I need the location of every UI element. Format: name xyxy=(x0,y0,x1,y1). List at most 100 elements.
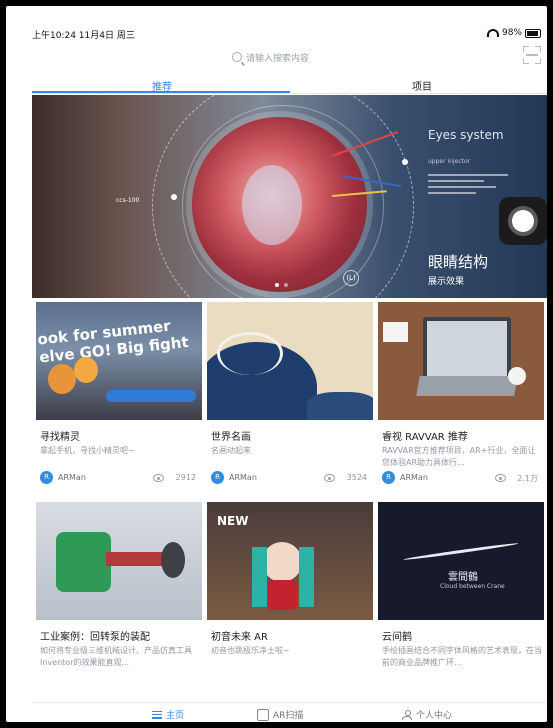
pager-dot-active[interactable] xyxy=(275,283,279,287)
nav-ar-scan[interactable]: AR扫描 xyxy=(257,708,303,721)
tab-divider xyxy=(32,93,547,94)
card-author: ARMan xyxy=(58,473,86,482)
banner-pager[interactable] xyxy=(275,283,288,287)
card-meta: R ARMan 2912 xyxy=(40,471,200,485)
banner-small-label: upper injector xyxy=(428,158,471,165)
thumb-text: NEW xyxy=(217,514,249,528)
battery-percent: 98% xyxy=(501,28,522,38)
banner-left-caption: ccs-100 xyxy=(116,197,140,204)
card-title: 世界名画 xyxy=(211,432,251,443)
hero-banner[interactable]: ccs-100 Eyes system upper injector 眼睛结构 … xyxy=(32,95,547,298)
banner-eyes-label: Eyes system xyxy=(428,128,504,142)
search-input[interactable]: 请输入搜索内容 xyxy=(232,48,432,66)
content-card[interactable]: ook for summer elve GO! Big fight 寻找精灵 拿… xyxy=(36,302,202,496)
device-frame: 上午10:24 11月4日 周三 98% 请输入搜索内容 推荐 项目 ccs-1… xyxy=(6,6,547,722)
card-desc: 如何将专业级三维机械设计、产品仿真工具Inventor的效果能直观... xyxy=(40,646,192,667)
thumb-text: ook for summer elve GO! Big fight xyxy=(36,316,190,367)
card-thumbnail xyxy=(378,302,544,420)
laptop-screen xyxy=(423,317,511,380)
banner-subtitle: 展示效果 xyxy=(428,277,465,287)
creature-icon xyxy=(74,357,98,383)
pager-dot[interactable] xyxy=(284,283,288,287)
card-title: 睿视 RAVVAR 推荐 xyxy=(382,432,468,443)
card-views: 2.1万 xyxy=(517,474,538,483)
card-thumbnail: ook for summer elve GO! Big fight xyxy=(36,302,202,420)
search-icon xyxy=(232,52,242,62)
status-right: 98% xyxy=(486,28,541,38)
nav-home-label: 主页 xyxy=(166,711,185,721)
nav-profile-label: 个人中心 xyxy=(416,711,453,721)
card-meta: R ARMan 3524 xyxy=(211,471,371,485)
bottom-nav: 主页 AR扫描 个人中心 xyxy=(32,702,547,722)
content-card[interactable]: 世界名画 名画动起来 R ARMan 3524 xyxy=(207,302,373,496)
assistive-touch-button[interactable] xyxy=(499,197,547,245)
banner-info-lines xyxy=(428,170,508,194)
wifi-icon xyxy=(486,29,499,37)
card-title: 寻找精灵 xyxy=(40,432,80,443)
card-author: ARMan xyxy=(400,473,428,482)
status-bar: 上午10:24 11月4日 周三 98% xyxy=(32,24,547,42)
pump-shaft xyxy=(106,552,166,566)
content-card[interactable]: 工业案例：回转泵的装配 如何将专业级三维机械设计、产品仿真工具Inventor的… xyxy=(36,502,202,696)
cup-shape xyxy=(508,367,526,385)
creature-icon xyxy=(48,364,76,394)
hotspot-dot xyxy=(402,159,408,165)
content-card[interactable]: NEW 初音未来 AR 初音也跳极乐净土啦~ xyxy=(207,502,373,696)
pump-gear xyxy=(161,542,185,578)
content-card[interactable]: 睿视 RAVVAR 推荐 RAVVAR官方推荐项目，AR+行业，全面让您体验AR… xyxy=(378,302,544,496)
crane-stroke xyxy=(403,541,519,562)
card-title: 云间鹤 xyxy=(382,632,412,643)
battery-icon xyxy=(525,28,541,38)
card-title: 初音未来 AR xyxy=(211,632,268,643)
author-avatar-icon: R xyxy=(40,471,53,484)
thumb-text: 雲間鶴 xyxy=(448,572,478,583)
banner-badge: (L) xyxy=(343,270,359,286)
card-title: 工业案例：回转泵的装配 xyxy=(40,632,150,643)
author-avatar-icon: R xyxy=(382,471,395,484)
card-thumbnail xyxy=(207,302,373,420)
eye-icon xyxy=(153,474,164,482)
card-views: 3524 xyxy=(346,473,367,482)
nav-scan-label: AR扫描 xyxy=(273,711,304,721)
card-thumbnail: 雲間鶴 Cloud between Crane xyxy=(378,502,544,620)
character-hair xyxy=(252,547,267,607)
hotspot-dot xyxy=(171,194,177,200)
banner-title: 眼睛结构 xyxy=(428,253,489,271)
scan-icon[interactable] xyxy=(523,46,541,64)
character-dress xyxy=(267,580,297,610)
status-time-date: 上午10:24 11月4日 周三 xyxy=(32,31,135,41)
tab-active-indicator xyxy=(32,91,290,93)
card-meta: R ARMan 2.1万 xyxy=(382,471,542,485)
notebook-shape xyxy=(383,322,408,342)
thumb-subtext: Cloud between Crane xyxy=(440,583,505,590)
search-bar: 请输入搜索内容 xyxy=(32,44,547,72)
search-placeholder: 请输入搜索内容 xyxy=(246,53,310,64)
assistive-dot xyxy=(512,210,534,232)
card-thumbnail xyxy=(36,502,202,620)
card-views: 2912 xyxy=(175,473,196,482)
list-icon xyxy=(152,710,162,719)
nav-home[interactable]: 主页 xyxy=(152,708,184,721)
wave-shape xyxy=(307,392,373,420)
character-hair xyxy=(299,547,314,607)
card-desc: RAVVAR官方推荐项目，AR+行业，全面让您体验AR助力具体行... xyxy=(382,446,536,467)
card-desc: 名画动起来 xyxy=(211,446,251,455)
pump-body xyxy=(56,532,111,592)
ar-scan-icon xyxy=(257,708,269,721)
eye-icon xyxy=(495,474,506,482)
laptop-keyboard xyxy=(416,376,518,396)
tab-projects[interactable]: 项目 xyxy=(412,78,432,93)
app-screen: 上午10:24 11月4日 周三 98% 请输入搜索内容 推荐 项目 ccs-1… xyxy=(32,24,547,722)
tab-bar: 推荐 项目 xyxy=(32,74,547,94)
person-icon xyxy=(402,709,412,720)
content-card[interactable]: 雲間鶴 Cloud between Crane 云间鹤 手绘插画结合不同字体风格… xyxy=(378,502,544,696)
eye-icon xyxy=(324,474,335,482)
card-desc: 手绘插画结合不同字体风格的艺术表现，在当前的商业品牌推广环... xyxy=(382,646,542,667)
card-thumbnail: NEW xyxy=(207,502,373,620)
card-author: ARMan xyxy=(229,473,257,482)
nav-profile[interactable]: 个人中心 xyxy=(402,708,452,721)
author-avatar-icon: R xyxy=(211,471,224,484)
thumb-button-shape xyxy=(106,390,196,402)
wave-crest xyxy=(217,332,283,375)
eye-lens xyxy=(242,165,302,245)
